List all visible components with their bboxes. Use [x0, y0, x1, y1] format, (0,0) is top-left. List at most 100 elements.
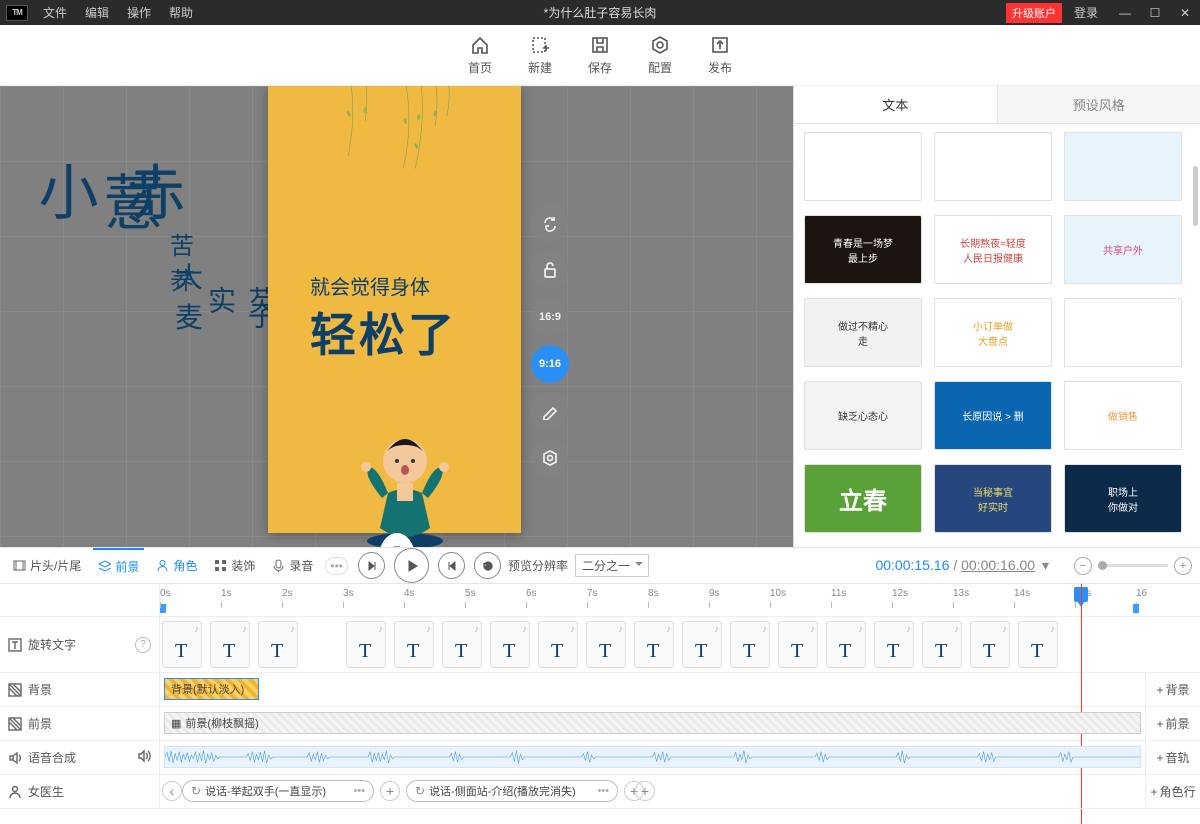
fg-clip[interactable]: ▦前景(柳枝飘摇) [164, 712, 1141, 734]
add-role-button[interactable]: + 角色行 [1145, 775, 1200, 808]
side-tab-preset[interactable]: 预设风格 [998, 86, 1200, 123]
text-clip[interactable] [682, 621, 722, 668]
template-item[interactable] [1064, 132, 1182, 201]
track-doctor-content[interactable]: ↻说话-举起双手(一直显示)••• ↻说话-侧面站-介绍(播放完消失)••• ‹ + +… [160, 775, 1145, 808]
add-audio-button[interactable]: + 音轨 [1145, 741, 1200, 774]
toolbar-config[interactable]: 配置 [648, 35, 672, 76]
volume-icon[interactable] [137, 749, 151, 766]
text-clip[interactable] [490, 621, 530, 668]
main-toolbar: 首页 新建 保存 配置 发布 [0, 25, 1200, 86]
template-item[interactable]: 做过不精心走 [804, 298, 922, 367]
template-item[interactable]: 缺乏心态心 [804, 381, 922, 450]
template-item[interactable]: 职场上你做对 [1064, 464, 1182, 533]
track-bg-content[interactable]: 背景(默认淡入) [160, 673, 1145, 706]
text-clip[interactable] [210, 621, 250, 668]
ruler-end-marker[interactable] [1133, 604, 1139, 613]
close-button[interactable]: ✕ [1170, 6, 1200, 20]
template-item[interactable] [1064, 298, 1182, 367]
toolbar-home[interactable]: 首页 [468, 35, 492, 76]
canvas-tool-edit[interactable] [531, 392, 569, 430]
action-scroll-left[interactable]: ‹ [162, 781, 182, 801]
template-item[interactable]: 做销售 [1064, 381, 1182, 450]
upgrade-button[interactable]: 升级账户 [1006, 3, 1062, 23]
add-bg-button[interactable]: + 背景 [1145, 673, 1200, 706]
tl-tab-intro[interactable]: 片头/片尾 [8, 548, 86, 583]
track-fg-content[interactable]: ▦前景(柳枝飘摇) [160, 707, 1145, 740]
text-clip[interactable] [634, 621, 674, 668]
template-item[interactable]: 立春 [804, 464, 922, 533]
menu-action[interactable]: 操作 [118, 4, 160, 21]
track-tts-label: 语音合成 [28, 749, 76, 766]
text-clip[interactable] [970, 621, 1010, 668]
toolbar-publish[interactable]: 发布 [708, 35, 732, 76]
action-clip[interactable]: ↻说话-侧面站-介绍(播放完消失)••• [406, 780, 618, 802]
help-icon[interactable]: ? [135, 637, 151, 653]
template-grid[interactable]: 青春是一场梦最上步长期熬夜=轻度人民日报健康共享户外做过不精心走小订单做大盘点缺… [794, 124, 1200, 547]
text-clip[interactable] [538, 621, 578, 668]
canvas-tool-recycle[interactable] [531, 204, 569, 242]
canvas-tool-settings[interactable] [531, 439, 569, 477]
template-item[interactable] [804, 132, 922, 201]
next-button[interactable] [438, 552, 465, 579]
text-clip[interactable] [778, 621, 818, 668]
minimize-button[interactable]: — [1110, 6, 1140, 20]
template-item[interactable]: 当秘事宜好实时 [934, 464, 1052, 533]
text-clip[interactable] [1018, 621, 1058, 668]
template-scrollbar[interactable] [1192, 124, 1198, 547]
zoom-slider[interactable] [1098, 564, 1168, 567]
track-tts-content[interactable] [160, 741, 1145, 774]
text-clip[interactable] [826, 621, 866, 668]
side-tab-text[interactable]: 文本 [794, 86, 998, 123]
bg-icon [8, 683, 22, 697]
add-fg-button[interactable]: + 前景 [1145, 707, 1200, 740]
track-rotate-content[interactable] [160, 617, 1200, 672]
text-clip[interactable] [874, 621, 914, 668]
bg-clip[interactable]: 背景(默认淡入) [164, 678, 259, 700]
canvas-tool-sixteen-nine[interactable]: 16:9 [531, 298, 569, 336]
login-button[interactable]: 登录 [1062, 4, 1110, 21]
canvas-area[interactable]: 赤小 薏 苦荞 大麦 芡实 栀子 [0, 86, 793, 547]
menu-help[interactable]: 帮助 [160, 4, 202, 21]
add-action-button[interactable]: + [635, 781, 655, 801]
template-item[interactable] [934, 132, 1052, 201]
canvas-tool-lock[interactable] [531, 251, 569, 289]
menu-edit[interactable]: 编辑 [76, 4, 118, 21]
text-clip[interactable] [258, 621, 298, 668]
canvas-document[interactable]: 就会觉得身体 轻松了 [268, 86, 521, 533]
prev-button[interactable] [358, 552, 385, 579]
timeline-ruler[interactable]: 0s1s2s3s4s5s6s7s8s9s10s11s12s13s14s15s16 [160, 584, 1200, 616]
toolbar-save[interactable]: 保存 [588, 35, 612, 76]
template-item[interactable]: 共享户外 [1064, 215, 1182, 284]
menu-file[interactable]: 文件 [34, 4, 76, 21]
template-item[interactable]: 长期熬夜=轻度人民日报健康 [934, 215, 1052, 284]
canvas-tool-nine-sixteen[interactable]: 9:16 [531, 345, 569, 383]
tl-tab-record[interactable]: 录音 [267, 548, 318, 583]
template-item[interactable]: 青春是一场梦最上步 [804, 215, 922, 284]
tl-tab-foreground[interactable]: 前景 [93, 548, 144, 583]
text-clip[interactable] [922, 621, 962, 668]
toolbar-new[interactable]: 新建 [528, 35, 552, 76]
tl-tab-decoration[interactable]: 装饰 [209, 548, 260, 583]
tl-tab-role[interactable]: 角色 [151, 548, 202, 583]
preview-resolution-select[interactable]: 二分之一 [575, 554, 649, 577]
zoom-out-button[interactable]: − [1074, 557, 1092, 575]
action-clip[interactable]: ↻说话-举起双手(一直显示)••• [182, 780, 374, 802]
text-clip[interactable] [346, 621, 386, 668]
loop-button[interactable] [474, 552, 501, 579]
play-button[interactable] [394, 548, 429, 583]
text-clip[interactable] [162, 621, 202, 668]
template-item[interactable]: 小订单做大盘点 [934, 298, 1052, 367]
zoom-in-button[interactable]: + [1174, 557, 1192, 575]
add-action-button[interactable]: + [380, 781, 400, 801]
maximize-button[interactable]: ☐ [1140, 6, 1170, 20]
text-clip[interactable] [442, 621, 482, 668]
text-clip[interactable] [586, 621, 626, 668]
audio-waveform[interactable] [164, 746, 1141, 768]
layers-icon [98, 560, 111, 573]
text-clip[interactable] [730, 621, 770, 668]
tl-tab-more[interactable]: ••• [325, 557, 348, 575]
text-clip[interactable] [394, 621, 434, 668]
template-item[interactable]: 长原因说 > 删 [934, 381, 1052, 450]
time-total[interactable]: 00:00:16.00 [961, 557, 1035, 573]
ruler-tick: 9s [709, 588, 720, 599]
